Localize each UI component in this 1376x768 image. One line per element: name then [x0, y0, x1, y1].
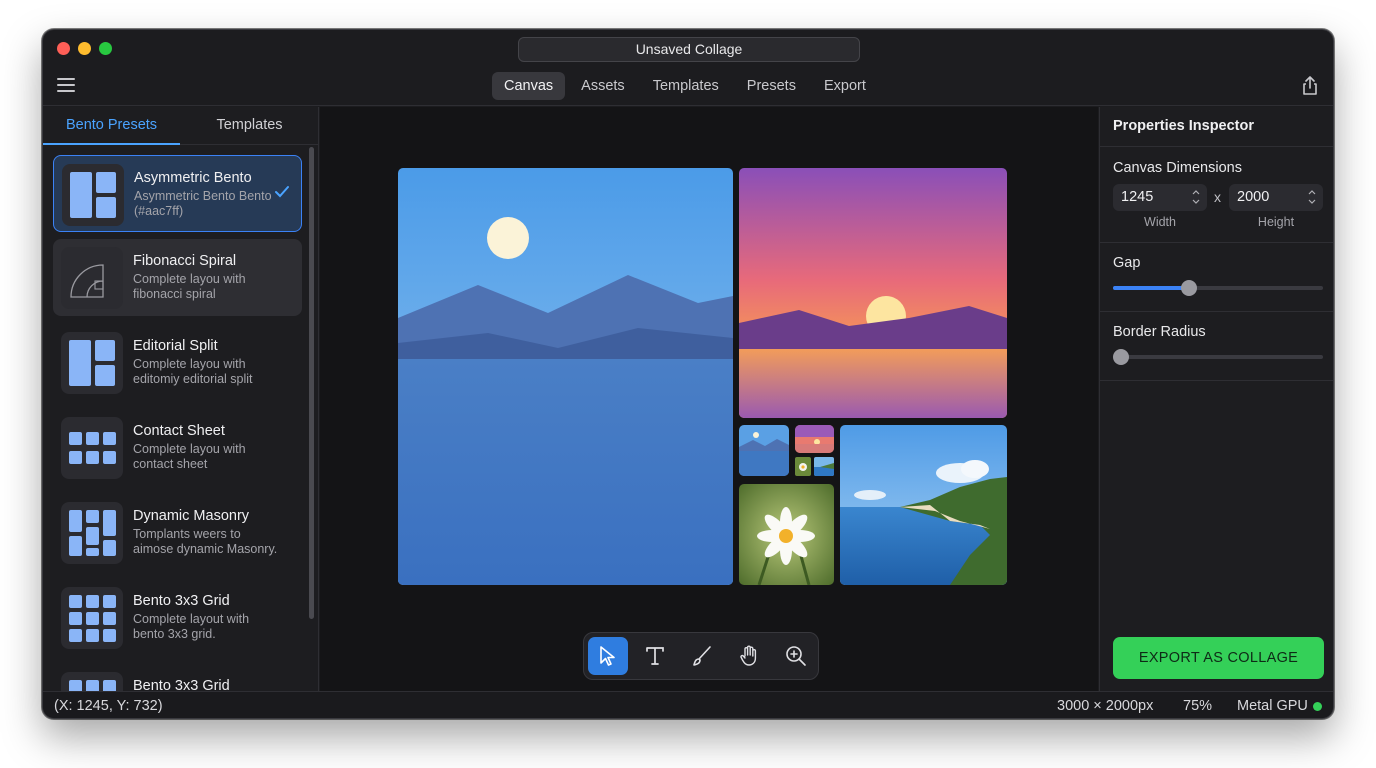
collage-canvas[interactable] — [320, 107, 1098, 691]
divider — [1100, 380, 1333, 381]
document-title[interactable]: Unsaved Collage — [518, 37, 860, 62]
properties-inspector: Properties Inspector Canvas Dimensions 1… — [1099, 107, 1333, 691]
export-as-collage-button[interactable]: EXPORT AS COLLAGE — [1113, 637, 1324, 679]
cursor-arrow-icon — [600, 646, 615, 666]
preset-dynamic-masonry[interactable]: Dynamic Masonry Tomplants weers to aimos… — [53, 494, 302, 571]
width-caption: Width — [1144, 215, 1176, 229]
preset-asymmetric-bento[interactable]: Asymmetric Bento Asymmetric Bento Bento … — [53, 155, 302, 232]
photo-tile-small-sunset[interactable] — [795, 425, 834, 453]
app-window: Unsaved Collage Canvas Assets Templates … — [42, 29, 1334, 719]
canvas-dimensions-label: Canvas Dimensions — [1113, 160, 1242, 176]
contact-sheet-thumbnail — [61, 417, 123, 479]
nav-tabs: Canvas Assets Templates Presets Export — [492, 72, 878, 100]
preset-editorial-split[interactable]: Editorial Split Complete layou with edit… — [53, 324, 302, 401]
divider — [1100, 146, 1333, 147]
photo-tile-sunset[interactable] — [739, 168, 1007, 418]
width-field[interactable]: 1245 — [1113, 184, 1207, 211]
stepper-icon[interactable] — [1191, 187, 1201, 207]
brush-icon — [693, 646, 711, 666]
preset-description: Asymmetric Bento Bento (#aac7ff) — [134, 189, 272, 218]
photo-tile-mini-flower[interactable] — [795, 457, 811, 476]
tab-canvas[interactable]: Canvas — [492, 72, 566, 100]
preset-name: Fibonacci Spiral — [133, 253, 237, 269]
photo-tile-daisy[interactable] — [739, 484, 834, 585]
height-value: 2000 — [1237, 189, 1270, 205]
preset-description: Complete layout with bento 3x3 grid. — [133, 612, 250, 641]
preset-bento-3x3-grid-2[interactable]: Bento 3x3 Grid — [53, 664, 302, 691]
tab-templates[interactable]: Templates — [641, 72, 731, 100]
preset-description: Complete layou with contact sheet — [133, 442, 246, 471]
photo-tile-small-lake[interactable] — [739, 425, 789, 476]
zoom-window-button[interactable] — [99, 42, 112, 55]
tab-bento-presets[interactable]: Bento Presets — [43, 107, 180, 145]
gap-slider[interactable] — [1113, 280, 1323, 296]
border-radius-slider-knob[interactable] — [1113, 349, 1129, 365]
dynamic-masonry-thumbnail — [61, 502, 123, 564]
checkmark-icon — [275, 186, 289, 198]
tab-export[interactable]: Export — [812, 72, 878, 100]
hand-tool-button[interactable] — [729, 637, 769, 675]
preset-description: Complete layou with fibonacci spiral — [133, 272, 246, 301]
preset-name: Contact Sheet — [133, 423, 225, 439]
magnifier-zoom-icon — [786, 646, 806, 666]
preset-name: Bento 3x3 Grid — [133, 593, 230, 609]
preset-fibonacci-spiral[interactable]: Fibonacci Spiral Complete layou with fib… — [53, 239, 302, 316]
sidebar-scrollbar[interactable] — [309, 147, 314, 619]
width-value: 1245 — [1121, 189, 1154, 205]
bento-3x3-grid-thumbnail — [61, 672, 123, 691]
main-toolbar: Canvas Assets Templates Presets Export — [43, 68, 1333, 106]
close-window-button[interactable] — [57, 42, 70, 55]
photo-tile-mini-coast[interactable] — [814, 457, 834, 476]
editorial-split-thumbnail — [61, 332, 123, 394]
zoom-tool-button[interactable] — [776, 637, 816, 675]
asymmetric-bento-thumbnail — [62, 164, 124, 226]
photo-tile-mountain-lake[interactable] — [398, 168, 733, 585]
divider — [1100, 242, 1333, 243]
zoom-level[interactable]: 75% — [1183, 698, 1212, 714]
border-radius-slider[interactable] — [1113, 349, 1323, 365]
preset-name: Dynamic Masonry — [133, 508, 250, 524]
gap-slider-fill — [1113, 286, 1189, 290]
share-icon[interactable] — [1301, 76, 1319, 96]
preset-contact-sheet[interactable]: Contact Sheet Complete layou with contac… — [53, 409, 302, 486]
hamburger-menu-icon[interactable] — [57, 78, 75, 94]
bento-3x3-grid-thumbnail — [61, 587, 123, 649]
canvas-size-readout: 3000 × 2000px — [1057, 698, 1154, 714]
preset-name: Asymmetric Bento — [134, 170, 252, 186]
presets-sidebar: Bento Presets Templates Asymmetric Bento… — [43, 107, 319, 691]
sidebar-tabs: Bento Presets Templates — [43, 107, 318, 145]
text-icon — [646, 647, 664, 665]
divider — [1100, 311, 1333, 312]
preset-bento-3x3-grid[interactable]: Bento 3x3 Grid Complete layout with bent… — [53, 579, 302, 656]
gap-slider-knob[interactable] — [1180, 280, 1197, 296]
photo-tile-coastline[interactable] — [840, 425, 1007, 585]
height-caption: Height — [1257, 215, 1295, 229]
inspector-title: Properties Inspector — [1113, 118, 1255, 134]
dimension-separator: x — [1214, 189, 1221, 205]
tab-presets[interactable]: Presets — [735, 72, 808, 100]
gap-label: Gap — [1113, 255, 1141, 271]
tab-assets[interactable]: Assets — [569, 72, 637, 100]
tab-sidebar-templates[interactable]: Templates — [180, 107, 318, 145]
cursor-coordinates: (X: 1245, Y: 732) — [54, 698, 163, 714]
status-bar: (X: 1245, Y: 732) 3000 × 2000px 75% Meta… — [43, 691, 1333, 718]
stepper-icon[interactable] — [1307, 187, 1317, 207]
preset-name: Editorial Split — [133, 338, 218, 354]
gpu-status: Metal GPU — [1237, 698, 1308, 714]
preset-description: Complete layou with editomiy editorial s… — [133, 357, 253, 386]
hand-icon — [740, 645, 757, 666]
title-bar: Unsaved Collage — [43, 30, 1333, 68]
fibonacci-spiral-thumbnail — [61, 247, 123, 309]
text-tool-button[interactable] — [635, 637, 675, 675]
select-tool-button[interactable] — [588, 637, 628, 675]
preset-name: Bento 3x3 Grid — [133, 678, 230, 691]
preset-description: Tomplants weers to aimose dynamic Masonr… — [133, 527, 278, 556]
brush-tool-button[interactable] — [682, 637, 722, 675]
minimize-window-button[interactable] — [78, 42, 91, 55]
height-field[interactable]: 2000 — [1229, 184, 1323, 211]
tool-palette — [583, 632, 819, 680]
gpu-status-indicator — [1313, 702, 1322, 711]
border-radius-label: Border Radius — [1113, 324, 1206, 340]
